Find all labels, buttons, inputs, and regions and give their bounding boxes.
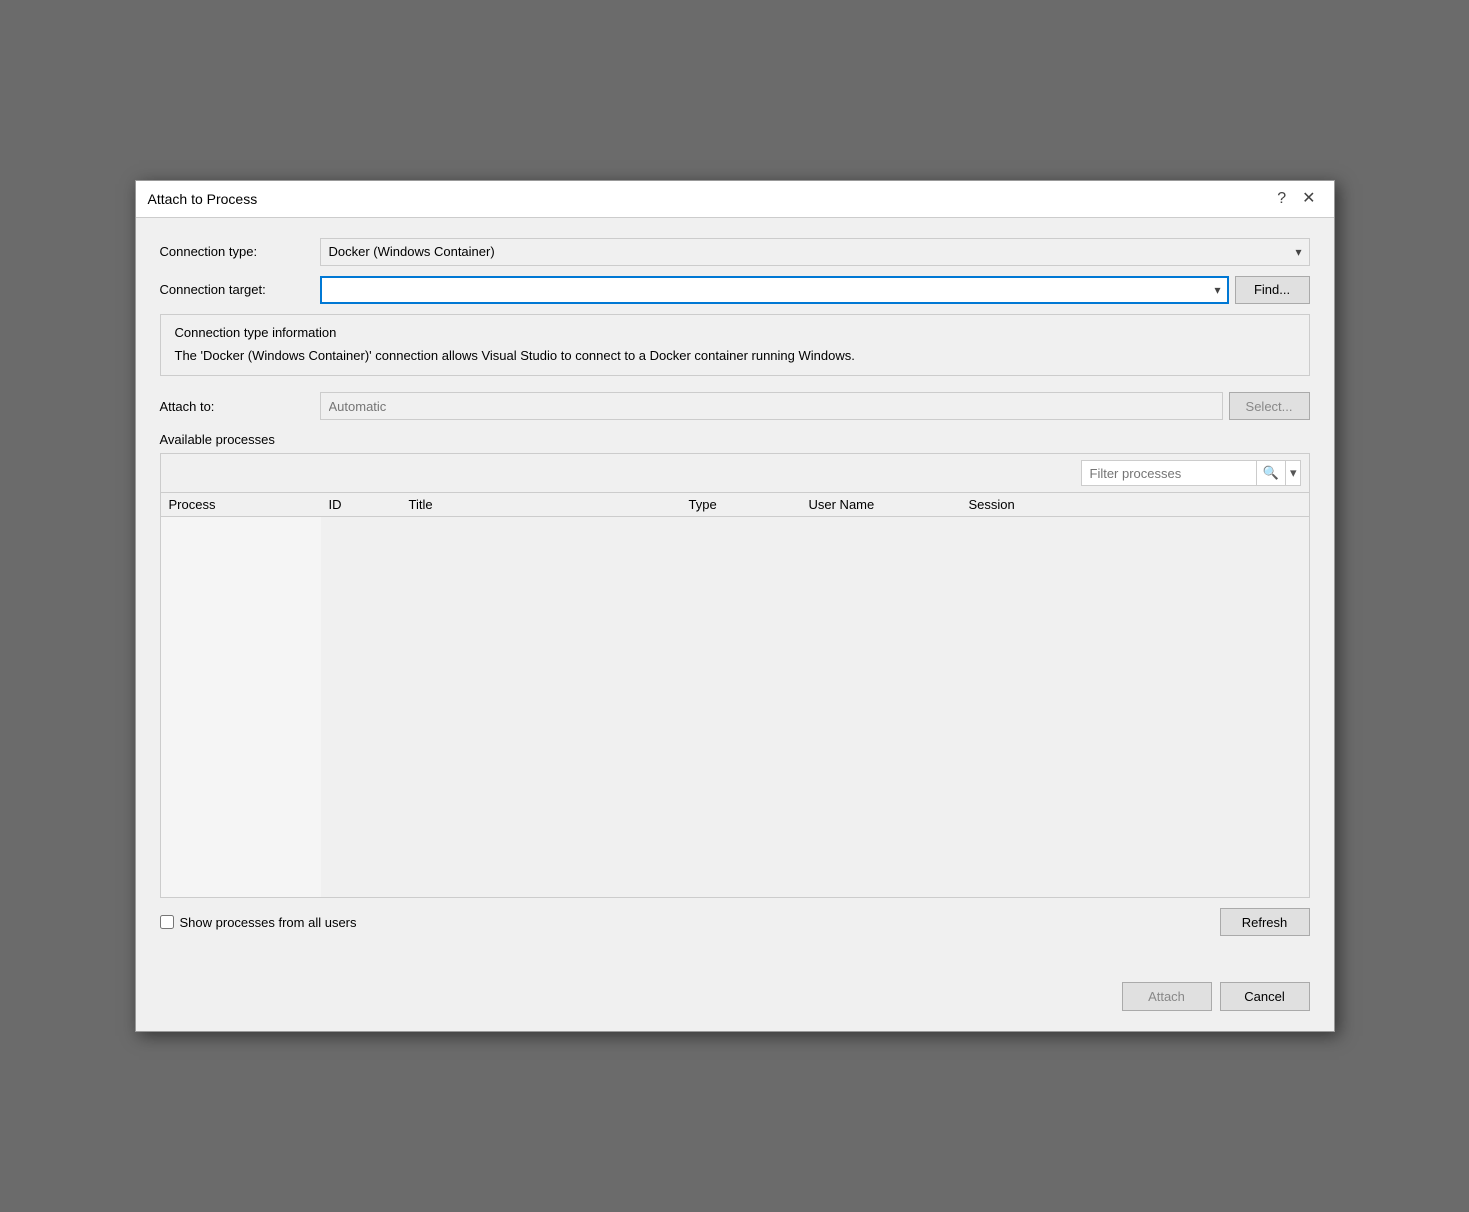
connection-type-select-wrapper: Docker (Windows Container) (320, 238, 1310, 266)
col-type: Type (681, 493, 801, 517)
chevron-down-icon: ▾ (1290, 465, 1297, 481)
search-icon-button[interactable]: 🔍 (1256, 460, 1285, 486)
col-id: ID (321, 493, 401, 517)
dialog-body: Connection type: Docker (Windows Contain… (136, 218, 1334, 973)
dialog-title: Attach to Process (148, 191, 258, 207)
process-table-body (161, 517, 321, 897)
bottom-row: Show processes from all users Refresh (160, 908, 1310, 936)
dialog-footer: Attach Cancel (136, 972, 1334, 1031)
attach-to-label: Attach to: (160, 399, 320, 414)
process-table: Process ID Title Type User Name Session (161, 492, 1309, 897)
show-all-users-checkbox[interactable] (160, 915, 174, 929)
close-button[interactable]: ✕ (1296, 189, 1321, 209)
process-table-header-row: Process ID Title Type User Name Session (161, 493, 1309, 517)
filter-row: 🔍 ▾ (161, 454, 1309, 492)
filter-dropdown-button[interactable]: ▾ (1285, 460, 1301, 486)
find-button[interactable]: Find... (1235, 276, 1310, 304)
connection-target-row: Connection target: Find... (160, 276, 1310, 304)
connection-type-row: Connection type: Docker (Windows Contain… (160, 238, 1310, 266)
search-icon: 🔍 (1263, 465, 1279, 481)
attach-to-controls: Select... (320, 392, 1310, 420)
available-processes-label: Available processes (160, 432, 1310, 447)
connection-type-label: Connection type: (160, 244, 320, 259)
title-bar: Attach to Process ? ✕ (136, 181, 1334, 218)
attach-to-input[interactable] (320, 392, 1223, 420)
process-table-header: Process ID Title Type User Name Session (161, 493, 1309, 517)
col-username: User Name (801, 493, 961, 517)
filter-wrapper: 🔍 ▾ (1081, 460, 1301, 486)
connection-target-input-wrapper (320, 276, 1229, 304)
info-box-text: The 'Docker (Windows Container)' connect… (175, 346, 1295, 366)
attach-to-row: Attach to: Select... (160, 392, 1310, 420)
help-button[interactable]: ? (1271, 189, 1292, 209)
connection-target-controls: Find... (320, 276, 1310, 304)
col-session: Session (961, 493, 1309, 517)
refresh-button[interactable]: Refresh (1220, 908, 1310, 936)
info-box-title: Connection type information (175, 325, 1295, 340)
attach-button[interactable]: Attach (1122, 982, 1212, 1011)
select-button[interactable]: Select... (1229, 392, 1310, 420)
connection-type-select[interactable]: Docker (Windows Container) (320, 238, 1310, 266)
show-all-users-text: Show processes from all users (180, 915, 357, 930)
processes-box: 🔍 ▾ Process ID Title Type (160, 453, 1310, 898)
col-process: Process (161, 493, 321, 517)
connection-target-input[interactable] (320, 276, 1229, 304)
empty-row (161, 517, 177, 897)
cancel-button[interactable]: Cancel (1220, 982, 1310, 1011)
connection-target-label: Connection target: (160, 282, 320, 297)
attach-to-process-dialog: Attach to Process ? ✕ Connection type: D… (135, 180, 1335, 1033)
connection-info-box: Connection type information The 'Docker … (160, 314, 1310, 377)
col-title: Title (401, 493, 681, 517)
filter-icons: 🔍 ▾ (1256, 460, 1301, 486)
show-all-users-label[interactable]: Show processes from all users (160, 915, 357, 930)
title-bar-buttons: ? ✕ (1271, 189, 1321, 209)
